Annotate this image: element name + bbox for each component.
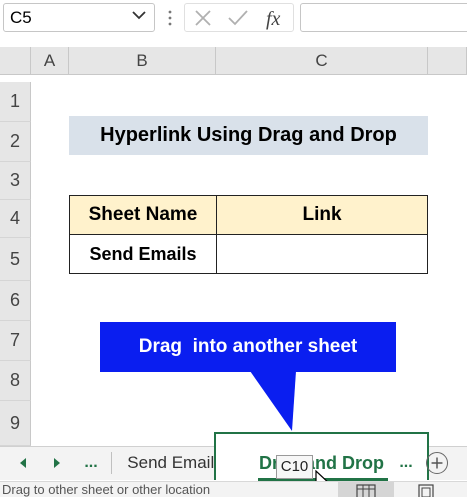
row-header-7[interactable]: 7: [0, 321, 31, 361]
formula-input[interactable]: [300, 3, 467, 32]
add-sheet-icon[interactable]: [426, 452, 448, 474]
column-header-c[interactable]: C: [216, 47, 428, 75]
table-cell-b5[interactable]: Send Emails: [69, 234, 217, 274]
row-header-2[interactable]: 2: [0, 122, 31, 162]
column-header-a[interactable]: A: [31, 47, 69, 75]
chevron-down-icon[interactable]: [128, 2, 150, 28]
row-header-8[interactable]: 8: [0, 361, 31, 401]
row-header-5[interactable]: 5: [0, 238, 31, 281]
svg-text:fx: fx: [266, 8, 281, 30]
scroll-left-icon[interactable]: [16, 455, 30, 471]
row-header-9[interactable]: 9: [0, 401, 31, 446]
row-header-1[interactable]: 1: [0, 82, 31, 122]
cancel-icon[interactable]: [193, 9, 213, 27]
page-layout-icon[interactable]: [416, 484, 436, 497]
row-header-6[interactable]: 6: [0, 281, 31, 321]
more-options-icon: [168, 10, 172, 26]
column-header-d[interactable]: [428, 47, 467, 75]
check-icon[interactable]: [227, 9, 249, 27]
table-cell-c5[interactable]: [216, 234, 428, 274]
title-cell[interactable]: Hyperlink Using Drag and Drop: [69, 116, 428, 155]
formula-buttons: fx: [184, 3, 294, 32]
scroll-right-icon[interactable]: [50, 455, 64, 471]
row-header-3[interactable]: 3: [0, 162, 31, 200]
column-header-b[interactable]: B: [69, 47, 216, 75]
callout-box: Drag into another sheet: [100, 322, 396, 372]
select-all-corner[interactable]: [0, 47, 31, 75]
drag-tooltip: C10: [276, 455, 313, 479]
row-header-4[interactable]: 4: [0, 200, 31, 238]
more-sheets-right-button[interactable]: ...: [395, 446, 417, 480]
more-sheets-left-button[interactable]: ...: [80, 446, 102, 480]
function-icon[interactable]: fx: [263, 6, 289, 30]
table-header-link[interactable]: Link: [216, 195, 428, 235]
table-header-sheet-name[interactable]: Sheet Name: [69, 195, 217, 235]
status-text: Drag to other sheet or other location: [2, 483, 211, 497]
normal-view-button[interactable]: [338, 482, 394, 497]
callout-pointer: [250, 371, 296, 431]
normal-view-icon: [356, 484, 376, 497]
